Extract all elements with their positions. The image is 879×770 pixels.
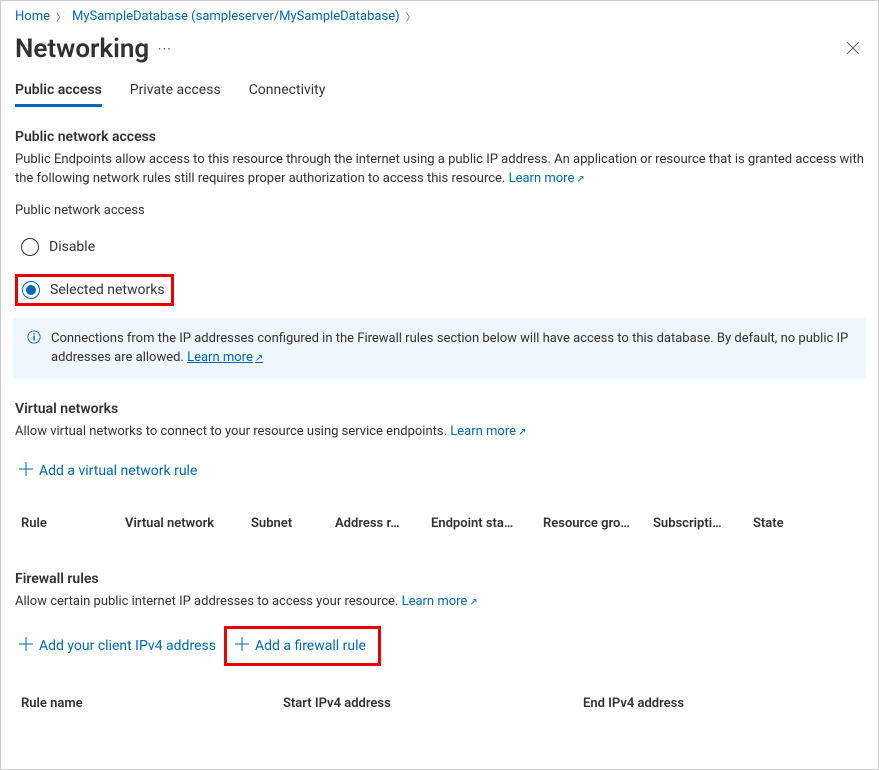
plus-icon bbox=[235, 637, 249, 655]
col-state: State bbox=[753, 516, 813, 531]
radio-icon-checked bbox=[22, 281, 40, 299]
radio-selected-networks[interactable]: Selected networks bbox=[22, 281, 165, 299]
plus-icon bbox=[19, 637, 33, 655]
col-resource-group: Resource gro… bbox=[543, 516, 653, 531]
vnet-description: Allow virtual networks to connect to you… bbox=[15, 423, 864, 442]
pna-description: Public Endpoints allow access to this re… bbox=[15, 151, 864, 189]
tabs: Public access Private access Connectivit… bbox=[15, 82, 864, 107]
col-subscription: Subscripti… bbox=[653, 516, 753, 531]
tab-public-access[interactable]: Public access bbox=[15, 82, 102, 107]
radio-icon-unchecked bbox=[21, 238, 39, 256]
pna-field-label: Public network access bbox=[15, 203, 864, 218]
plus-icon bbox=[19, 462, 33, 480]
vnet-heading: Virtual networks bbox=[15, 401, 864, 417]
col-vnet: Virtual network bbox=[125, 516, 251, 531]
info-banner: Connections from the IP addresses config… bbox=[13, 318, 866, 380]
fw-description: Allow certain public internet IP address… bbox=[15, 593, 864, 612]
add-client-ip-button[interactable]: Add your client IPv4 address bbox=[15, 631, 220, 661]
radio-selected-networks-label: Selected networks bbox=[50, 282, 165, 298]
col-endpoint-status: Endpoint sta… bbox=[431, 516, 543, 531]
external-link-icon: ↗ bbox=[469, 597, 477, 608]
fw-learn-more-link[interactable]: Learn more↗ bbox=[402, 594, 478, 609]
close-icon bbox=[846, 41, 860, 55]
external-link-icon: ↗ bbox=[576, 174, 584, 185]
pna-heading: Public network access bbox=[15, 129, 864, 145]
external-link-icon: ↗ bbox=[518, 427, 526, 438]
info-icon bbox=[27, 330, 41, 368]
external-link-icon: ↗ bbox=[255, 353, 263, 364]
highlight-add-firewall-rule: Add a firewall rule bbox=[224, 626, 381, 666]
tab-private-access[interactable]: Private access bbox=[130, 82, 221, 107]
breadcrumb: Home 〉 MySampleDatabase (sampleserver/My… bbox=[15, 9, 864, 24]
info-banner-text: Connections from the IP addresses config… bbox=[51, 331, 848, 365]
radio-disable-label: Disable bbox=[49, 239, 95, 255]
more-menu-button[interactable]: ⋯ bbox=[157, 41, 172, 57]
fw-heading: Firewall rules bbox=[15, 571, 864, 587]
add-firewall-rule-button[interactable]: Add a firewall rule bbox=[231, 631, 370, 661]
col-subnet: Subnet bbox=[251, 516, 335, 531]
add-vnet-rule-button[interactable]: Add a virtual network rule bbox=[15, 456, 201, 486]
page-title: Networking bbox=[15, 34, 149, 64]
col-start-ip: Start IPv4 address bbox=[283, 696, 583, 711]
vnet-learn-more-link[interactable]: Learn more↗ bbox=[450, 424, 526, 439]
pna-learn-more-link[interactable]: Learn more↗ bbox=[509, 171, 585, 186]
tab-connectivity[interactable]: Connectivity bbox=[249, 82, 326, 107]
highlight-selected-networks: Selected networks bbox=[15, 274, 174, 306]
radio-disable[interactable]: Disable bbox=[21, 238, 864, 256]
col-rule-name: Rule name bbox=[21, 696, 283, 711]
col-address-range: Address r… bbox=[335, 516, 431, 531]
breadcrumb-database[interactable]: MySampleDatabase (sampleserver/MySampleD… bbox=[72, 9, 400, 24]
col-end-ip: End IPv4 address bbox=[583, 696, 864, 711]
chevron-right-icon: 〉 bbox=[54, 9, 68, 24]
chevron-right-icon: 〉 bbox=[404, 9, 418, 24]
fw-table-header: Rule name Start IPv4 address End IPv4 ad… bbox=[21, 696, 864, 711]
vnet-table-header: Rule Virtual network Subnet Address r… E… bbox=[21, 516, 864, 531]
breadcrumb-home[interactable]: Home bbox=[15, 9, 50, 24]
close-button[interactable] bbox=[842, 36, 864, 63]
col-rule: Rule bbox=[21, 516, 125, 531]
info-banner-learn-more-link[interactable]: Learn more↗ bbox=[187, 350, 263, 365]
